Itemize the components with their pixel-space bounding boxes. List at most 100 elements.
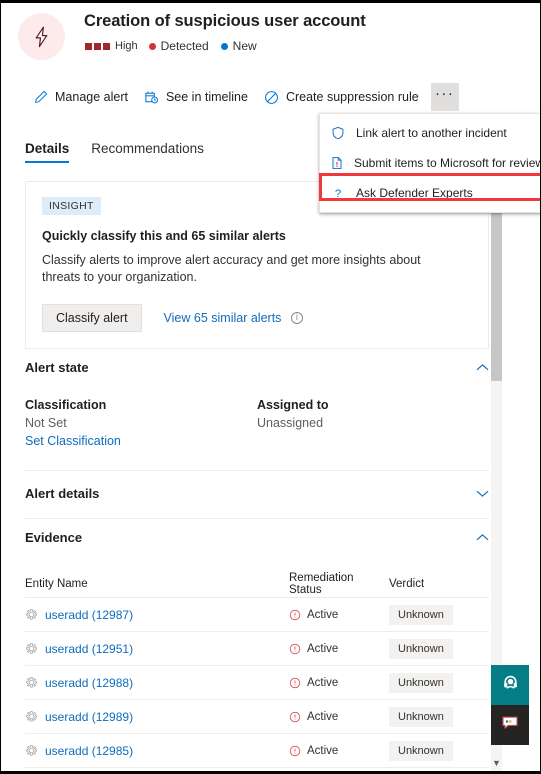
column-remediation-status: Remediation Status: [289, 571, 354, 596]
verdict-badge: Unknown: [389, 706, 453, 727]
section-evidence-header[interactable]: Evidence: [25, 530, 489, 545]
section-alert-details-header[interactable]: Alert details: [25, 486, 489, 501]
detection-status-label: Detected: [160, 39, 209, 53]
assigned-to-value: Unassigned: [257, 416, 324, 430]
remediation-status: Active: [307, 642, 339, 655]
menu-item-ask-defender-experts[interactable]: ? Ask Defender Experts: [320, 178, 540, 208]
gear-icon: [25, 676, 38, 689]
tab-recommendations[interactable]: Recommendations: [91, 141, 204, 163]
verdict-badge: Unknown: [389, 638, 453, 659]
menu-item-link-alert-label: Link alert to another incident: [356, 126, 507, 140]
assigned-to-field: Assigned to Unassigned: [257, 398, 489, 448]
menu-item-submit-items[interactable]: Submit items to Microsoft for review: [320, 148, 540, 178]
detection-status-dot-icon: [148, 42, 156, 50]
manage-alert-label: Manage alert: [55, 90, 128, 104]
question-mark-icon: ?: [330, 185, 346, 201]
warning-icon: [289, 711, 301, 723]
set-classification-link[interactable]: Set Classification: [25, 434, 257, 448]
page-scrollbar-thumb[interactable]: [491, 203, 502, 381]
classification-label: Classification: [25, 398, 107, 412]
menu-item-ask-defender-experts-label: Ask Defender Experts: [356, 186, 473, 200]
verdict-badge: Unknown: [389, 604, 453, 625]
gear-icon: [25, 642, 38, 655]
menu-item-link-alert[interactable]: Link alert to another incident: [320, 118, 540, 148]
tab-list: Details Recommendations: [25, 141, 204, 163]
details-content: INSIGHT Quickly classify this and 65 sim…: [1, 178, 493, 771]
column-verdict: Verdict: [389, 577, 425, 590]
chevron-up-icon[interactable]: [476, 360, 489, 375]
insight-title: Quickly classify this and 65 similar ale…: [42, 229, 286, 243]
block-icon: [264, 90, 279, 105]
support-button[interactable]: [491, 665, 529, 705]
command-bar: Manage alert See in timeline Create supp…: [1, 81, 540, 113]
warning-icon: [289, 609, 301, 621]
warning-icon: [289, 643, 301, 655]
entity-link[interactable]: useradd (12951): [45, 642, 133, 656]
view-similar-alerts-link[interactable]: View 65 similar alerts: [164, 311, 282, 325]
section-alert-state-title: Alert state: [25, 360, 89, 375]
create-suppression-rule-label: Create suppression rule: [285, 90, 419, 104]
alert-state-dot-icon: [220, 42, 228, 50]
table-row[interactable]: useradd (12988) Active Unknown: [25, 666, 489, 700]
remediation-status: Active: [307, 710, 339, 723]
evidence-table-header: Entity Name Remediation Status Verdict: [25, 570, 489, 598]
scroll-down-arrow-icon[interactable]: ▼: [491, 756, 502, 770]
alert-details-panel: Creation of suspicious user account High…: [0, 0, 541, 774]
see-in-timeline-label: See in timeline: [165, 90, 248, 104]
alert-meta-row: High Detected New: [85, 39, 269, 53]
entity-link[interactable]: useradd (12987): [45, 608, 133, 622]
verdict-badge: Unknown: [389, 672, 453, 693]
chevron-down-icon[interactable]: [476, 486, 489, 501]
chevron-up-icon[interactable]: [476, 530, 489, 545]
section-evidence-title: Evidence: [25, 530, 83, 545]
table-row[interactable]: useradd (12951) Active Unknown: [25, 632, 489, 666]
table-row[interactable]: useradd (12989) Active Unknown: [25, 700, 489, 734]
alert-state-label: New: [232, 39, 257, 53]
classify-alert-button[interactable]: Classify alert: [42, 304, 142, 332]
insight-actions: Classify alert View 65 similar alerts i: [42, 304, 472, 332]
section-alert-state-header[interactable]: Alert state: [25, 360, 489, 375]
evidence-table: Entity Name Remediation Status Verdict u…: [25, 570, 489, 768]
more-actions-menu: Link alert to another incident Submit it…: [319, 113, 540, 213]
timeline-icon: [144, 90, 159, 105]
warning-icon: [289, 677, 301, 689]
severity-indicator-icon: [85, 42, 110, 50]
table-row[interactable]: useradd (12985) Active Unknown: [25, 734, 489, 768]
svg-text:?: ?: [335, 188, 341, 200]
manage-alert-button[interactable]: Manage alert: [25, 81, 136, 113]
classification-value: Not Set: [25, 416, 67, 430]
warning-icon: [289, 745, 301, 757]
gear-icon: [25, 710, 38, 723]
view-similar-alerts-link-wrap: View 65 similar alerts i: [164, 309, 303, 327]
insight-badge: INSIGHT: [42, 197, 101, 215]
alert-state-fields: Classification Not Set Set Classificatio…: [25, 398, 489, 448]
create-suppression-rule-button[interactable]: Create suppression rule: [256, 81, 427, 113]
divider: [25, 518, 489, 519]
info-icon[interactable]: i: [290, 311, 303, 324]
remediation-status: Active: [307, 744, 339, 757]
see-in-timeline-button[interactable]: See in timeline: [136, 81, 256, 113]
table-row[interactable]: useradd (12987) Active Unknown: [25, 598, 489, 632]
pencil-icon: [33, 90, 48, 105]
document-alert-icon: [330, 155, 344, 171]
assigned-to-label: Assigned to: [257, 398, 329, 412]
tab-details[interactable]: Details: [25, 141, 70, 163]
remediation-status: Active: [307, 676, 339, 689]
gear-icon: [25, 608, 38, 621]
more-actions-button[interactable]: ···: [430, 83, 459, 111]
classification-field: Classification Not Set Set Classificatio…: [25, 398, 257, 448]
verdict-badge: Unknown: [389, 740, 453, 761]
chat-icon: [501, 714, 519, 737]
insight-description: Classify alerts to improve alert accurac…: [42, 253, 421, 284]
gear-icon: [25, 744, 38, 757]
entity-link[interactable]: useradd (12988): [45, 676, 133, 690]
page-title: Creation of suspicious user account: [84, 12, 366, 30]
headset-icon: [502, 674, 519, 696]
column-entity-name: Entity Name: [25, 577, 88, 590]
lightning-bolt-icon: [18, 13, 65, 60]
entity-link[interactable]: useradd (12989): [45, 710, 133, 724]
feedback-button[interactable]: [491, 705, 529, 745]
shield-icon: [330, 125, 346, 141]
entity-link[interactable]: useradd (12985): [45, 744, 133, 758]
severity-label: High: [115, 40, 138, 52]
